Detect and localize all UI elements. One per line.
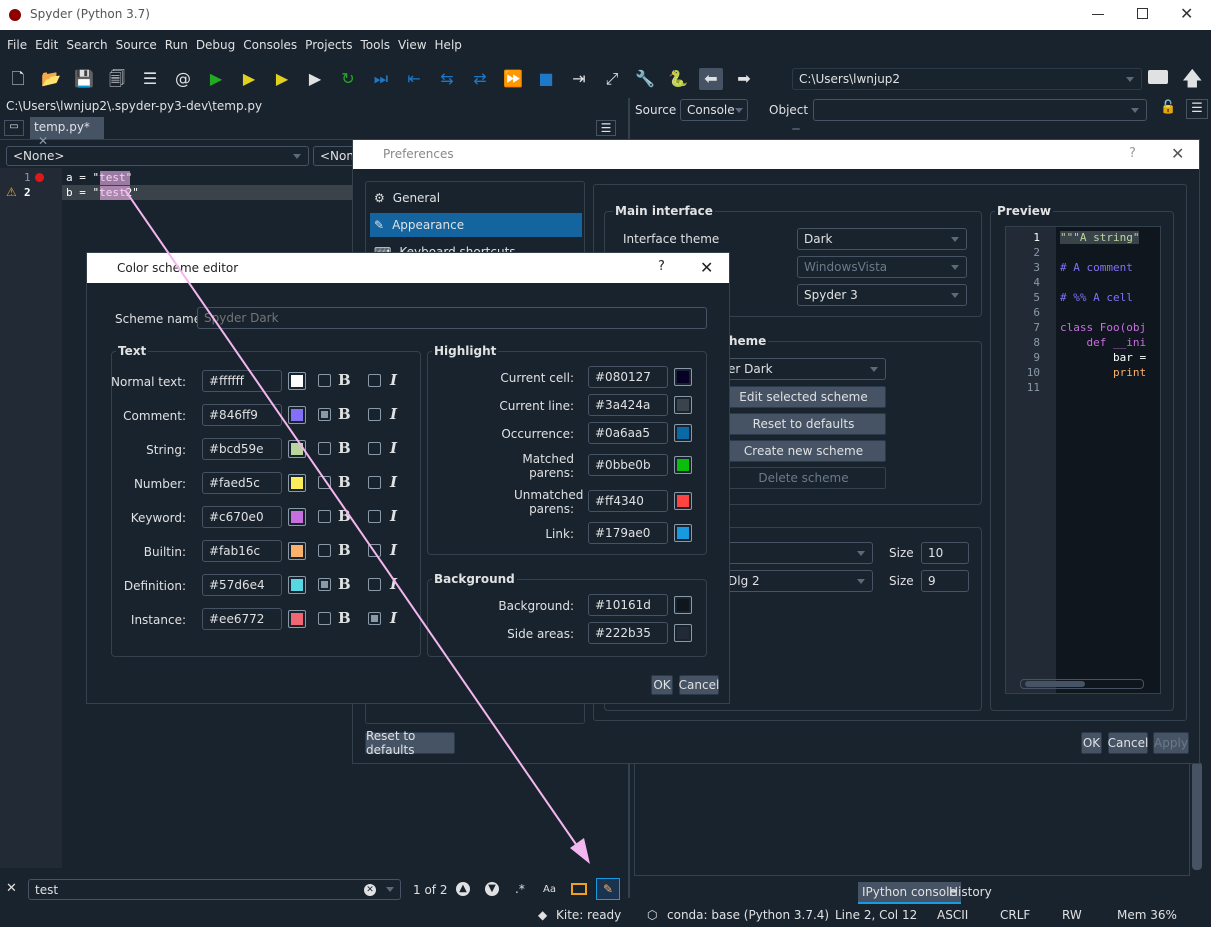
annotation-arrow xyxy=(124,189,590,864)
